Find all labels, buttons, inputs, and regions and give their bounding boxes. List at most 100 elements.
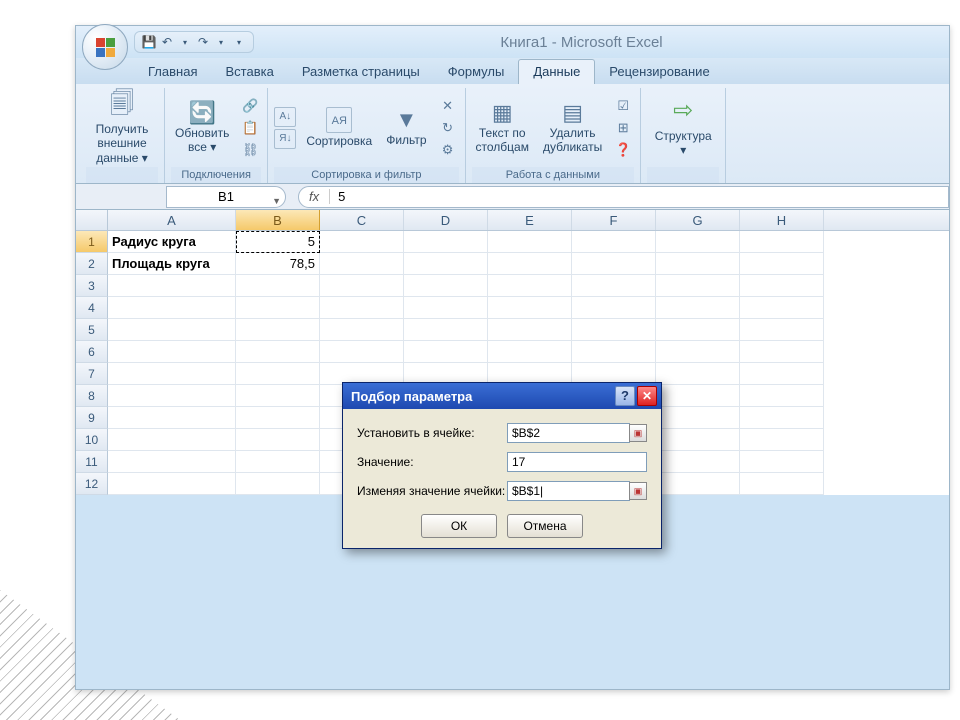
cell[interactable]: [236, 363, 320, 385]
edit-links-icon[interactable]: ⛓: [239, 140, 261, 160]
chevron-down-icon[interactable]: ▼: [272, 191, 281, 211]
row-header[interactable]: 2: [76, 253, 108, 275]
cell[interactable]: [656, 231, 740, 253]
row-header[interactable]: 5: [76, 319, 108, 341]
text-to-columns-button[interactable]: ▦ Текст по столбцам: [472, 98, 533, 157]
row-header[interactable]: 12: [76, 473, 108, 495]
advanced-icon[interactable]: ⚙: [437, 140, 459, 160]
row-header[interactable]: 10: [76, 429, 108, 451]
cell[interactable]: [488, 341, 572, 363]
cell[interactable]: [404, 253, 488, 275]
set-cell-input[interactable]: $B$2: [507, 423, 630, 443]
cell[interactable]: [572, 341, 656, 363]
cell[interactable]: [236, 451, 320, 473]
close-button[interactable]: ✕: [637, 386, 657, 406]
cell[interactable]: [740, 363, 824, 385]
cell[interactable]: [236, 429, 320, 451]
row-header[interactable]: 8: [76, 385, 108, 407]
cell[interactable]: [740, 407, 824, 429]
cell[interactable]: [656, 275, 740, 297]
cell[interactable]: [108, 319, 236, 341]
cell[interactable]: [656, 473, 740, 495]
cell[interactable]: [740, 231, 824, 253]
cell[interactable]: [572, 231, 656, 253]
cell[interactable]: [656, 451, 740, 473]
cell[interactable]: 5: [236, 231, 320, 253]
value-input[interactable]: 17: [507, 452, 647, 472]
cell[interactable]: [740, 319, 824, 341]
cell[interactable]: [236, 385, 320, 407]
cell[interactable]: [320, 297, 404, 319]
ok-button[interactable]: ОК: [421, 514, 497, 538]
structure-button[interactable]: ⇨ Структура ▾: [647, 92, 719, 164]
cell[interactable]: [404, 319, 488, 341]
remove-duplicates-button[interactable]: ▤ Удалить дубликаты: [539, 98, 606, 157]
cell[interactable]: [740, 451, 824, 473]
data-validation-icon[interactable]: ☑: [612, 96, 634, 116]
sort-desc-icon[interactable]: Я↓: [274, 129, 296, 149]
tab-вставка[interactable]: Вставка: [211, 60, 287, 84]
cell[interactable]: [656, 407, 740, 429]
cell[interactable]: [740, 341, 824, 363]
row-header[interactable]: 9: [76, 407, 108, 429]
cell[interactable]: Площадь круга: [108, 253, 236, 275]
cell[interactable]: [740, 385, 824, 407]
fx-icon[interactable]: fx: [299, 189, 330, 204]
row-header[interactable]: 11: [76, 451, 108, 473]
cell[interactable]: [656, 341, 740, 363]
cell[interactable]: [236, 473, 320, 495]
column-header[interactable]: G: [656, 210, 740, 230]
cell[interactable]: [108, 275, 236, 297]
cell[interactable]: [108, 385, 236, 407]
cell[interactable]: [108, 341, 236, 363]
cell[interactable]: [656, 385, 740, 407]
get-external-data-button[interactable]: 🗐 Получить внешние данные ▾: [86, 92, 158, 164]
cell[interactable]: [320, 319, 404, 341]
select-all-corner[interactable]: [76, 210, 108, 230]
properties-icon[interactable]: 📋: [239, 118, 261, 138]
column-header[interactable]: D: [404, 210, 488, 230]
name-box[interactable]: B1▼: [166, 186, 286, 208]
cell[interactable]: [108, 297, 236, 319]
formula-input[interactable]: 5: [330, 189, 353, 204]
help-button[interactable]: ?: [615, 386, 635, 406]
cell[interactable]: [320, 253, 404, 275]
dropdown-icon[interactable]: ▾: [177, 34, 193, 50]
tab-формулы[interactable]: Формулы: [434, 60, 519, 84]
cell[interactable]: [656, 429, 740, 451]
column-header[interactable]: C: [320, 210, 404, 230]
cell[interactable]: [404, 231, 488, 253]
row-header[interactable]: 3: [76, 275, 108, 297]
tab-данные[interactable]: Данные: [518, 59, 595, 84]
cell[interactable]: [236, 319, 320, 341]
cell[interactable]: [236, 341, 320, 363]
save-icon[interactable]: 💾: [141, 34, 157, 50]
office-button[interactable]: [82, 24, 128, 70]
tab-главная[interactable]: Главная: [134, 60, 211, 84]
column-header[interactable]: E: [488, 210, 572, 230]
cell[interactable]: [320, 341, 404, 363]
cell[interactable]: [656, 319, 740, 341]
column-header[interactable]: B: [236, 210, 320, 230]
consolidate-icon[interactable]: ⊞: [612, 118, 634, 138]
filter-button[interactable]: ▼ Фильтр: [382, 105, 430, 150]
row-header[interactable]: 4: [76, 297, 108, 319]
whatif-icon[interactable]: ❓: [612, 140, 634, 160]
cell[interactable]: [108, 473, 236, 495]
cell[interactable]: [108, 429, 236, 451]
cell[interactable]: [488, 297, 572, 319]
range-picker-icon[interactable]: ▣: [629, 424, 647, 442]
range-picker-icon[interactable]: ▣: [629, 482, 647, 500]
column-header[interactable]: H: [740, 210, 824, 230]
cell[interactable]: [740, 253, 824, 275]
cell[interactable]: [572, 297, 656, 319]
cell[interactable]: [740, 297, 824, 319]
cell[interactable]: [236, 297, 320, 319]
dropdown-icon[interactable]: ▾: [213, 34, 229, 50]
clear-filter-icon[interactable]: ✕: [437, 96, 459, 116]
cell[interactable]: [572, 275, 656, 297]
cell[interactable]: [320, 275, 404, 297]
cell[interactable]: [404, 341, 488, 363]
sort-button[interactable]: АЯ Сортировка: [302, 105, 376, 151]
cell[interactable]: [404, 297, 488, 319]
